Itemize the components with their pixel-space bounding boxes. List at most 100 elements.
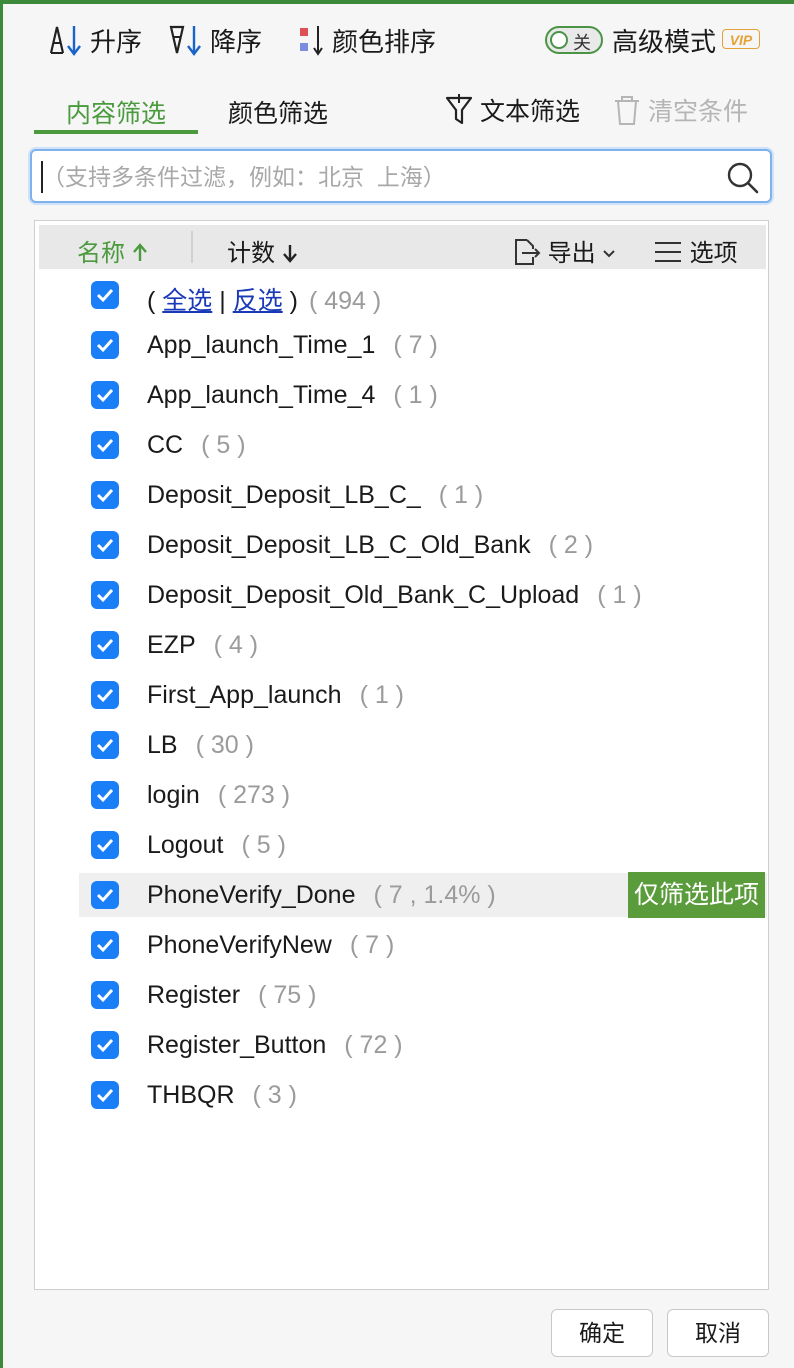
tab-color-filter[interactable]: 颜色筛选 [228, 94, 328, 130]
item-label: Register ( 75 ) [147, 981, 316, 1010]
toggle-knob [550, 31, 568, 49]
checkmark-icon [96, 588, 114, 603]
item-checkbox[interactable] [91, 531, 119, 559]
sort-by-name-header[interactable]: 名称 [77, 233, 148, 268]
item-count: ( 7 , 1.4% ) [373, 881, 496, 909]
item-count: ( 1 ) [597, 581, 642, 609]
list-item[interactable]: CC ( 5 ) [79, 423, 767, 467]
cancel-button[interactable]: 取消 [667, 1309, 769, 1357]
text-filter-icon [445, 94, 473, 125]
item-count: ( 72 ) [344, 1031, 403, 1059]
clear-conditions-button[interactable]: 清空条件 [612, 90, 748, 130]
paren-open: ( [147, 287, 156, 315]
export-button[interactable]: 导出 [511, 233, 616, 268]
search-icon[interactable] [726, 161, 760, 195]
checkmark-icon [96, 538, 114, 553]
item-label: THBQR ( 3 ) [147, 1081, 297, 1110]
sort-ascending-button[interactable]: 升序 [48, 20, 142, 60]
item-name: App_launch_Time_4 [147, 381, 376, 409]
select-all-text: ( 全选 | 反选 ) ( 494 ) [147, 281, 381, 317]
item-checkbox[interactable] [91, 731, 119, 759]
list-item[interactable]: App_launch_Time_1 ( 7 ) [79, 323, 767, 367]
item-name: LB [147, 731, 178, 759]
list-item[interactable]: PhoneVerify_Done ( 7 , 1.4% ) 仅筛选此项 [79, 872, 767, 918]
search-input[interactable] [40, 155, 714, 199]
item-count: ( 2 ) [548, 531, 594, 559]
checkmark-icon [96, 288, 114, 303]
list-item[interactable]: LB ( 30 ) [79, 723, 767, 767]
list-item[interactable]: Deposit_Deposit_LB_C_Old_Bank ( 2 ) [79, 523, 767, 567]
list-item[interactable]: Register_Button ( 72 ) [79, 1023, 767, 1067]
paren-close: ) [289, 287, 298, 315]
item-count: ( 5 ) [201, 431, 246, 459]
advanced-mode-toggle[interactable]: 关 [545, 26, 603, 54]
list-item[interactable]: App_launch_Time_4 ( 1 ) [79, 373, 767, 417]
item-name: login [147, 781, 200, 809]
trash-icon [615, 96, 639, 125]
sort-descending-button[interactable]: 降序 [168, 20, 262, 60]
sort-descending-label: 降序 [210, 26, 263, 57]
item-count: ( 3 ) [252, 1081, 297, 1109]
link-separator: | [219, 287, 226, 315]
checkmark-icon [96, 438, 114, 453]
sort-ascending-label: 升序 [90, 26, 143, 57]
select-all-checkbox[interactable] [91, 281, 119, 309]
name-header-label: 名称 [77, 240, 125, 267]
item-checkbox[interactable] [91, 431, 119, 459]
sort-descending-icon [169, 25, 201, 56]
list-item[interactable]: THBQR ( 3 ) [79, 1073, 767, 1117]
item-checkbox[interactable] [91, 881, 119, 909]
item-label: PhoneVerify_Done ( 7 , 1.4% ) [147, 881, 496, 910]
chevron-down-icon [603, 250, 616, 258]
item-name: First_App_launch [147, 681, 342, 709]
sort-by-count-header[interactable]: 计数 [227, 233, 298, 268]
item-checkbox[interactable] [91, 1031, 119, 1059]
clear-conditions-label: 清空条件 [648, 98, 749, 126]
item-checkbox[interactable] [91, 581, 119, 609]
item-name: PhoneVerifyNew [147, 931, 332, 959]
item-count: ( 1 ) [359, 681, 405, 709]
options-button[interactable]: 选项 [653, 233, 738, 268]
ok-button[interactable]: 确定 [551, 1309, 653, 1357]
checkmark-icon [96, 1038, 114, 1053]
item-checkbox[interactable] [91, 481, 119, 509]
list-item[interactable]: PhoneVerifyNew ( 7 ) [79, 923, 767, 967]
tab-content-filter[interactable]: 内容筛选 [66, 94, 166, 130]
text-caret [41, 161, 43, 193]
item-checkbox[interactable] [91, 381, 119, 409]
item-label: CC ( 5 ) [147, 431, 246, 460]
list-header: 名称 计数 导出 选项 [39, 225, 766, 269]
arrow-down-icon [282, 245, 297, 263]
active-tab-indicator [34, 130, 198, 134]
list-item[interactable]: Register ( 75 ) [79, 973, 767, 1017]
filter-only-this-button[interactable]: 仅筛选此项 [627, 872, 765, 918]
item-checkbox[interactable] [91, 781, 119, 809]
item-label: PhoneVerifyNew ( 7 ) [147, 931, 394, 960]
item-checkbox[interactable] [91, 631, 119, 659]
advanced-mode-label: 高级模式 [612, 20, 716, 60]
total-count: ( 494 ) [308, 287, 382, 315]
item-count: ( 4 ) [213, 631, 259, 659]
list-item[interactable]: First_App_launch ( 1 ) [79, 673, 767, 717]
item-checkbox[interactable] [91, 981, 119, 1009]
list-item[interactable]: Deposit_Deposit_Old_Bank_C_Upload ( 1 ) [79, 573, 767, 617]
item-checkbox[interactable] [91, 681, 119, 709]
item-checkbox[interactable] [91, 831, 119, 859]
item-checkbox[interactable] [91, 1081, 119, 1109]
list-item[interactable]: login ( 273 ) [79, 773, 767, 817]
item-checkbox[interactable] [91, 331, 119, 359]
item-name: PhoneVerify_Done [147, 881, 356, 909]
list-item[interactable]: Logout ( 5 ) [79, 823, 767, 867]
list-item[interactable]: Deposit_Deposit_LB_C_ ( 1 ) [79, 473, 767, 517]
item-label: App_launch_Time_4 ( 1 ) [147, 381, 438, 410]
text-filter-button[interactable]: 文本筛选 [444, 90, 580, 130]
color-sort-label: 颜色排序 [332, 26, 437, 57]
checkmark-icon [96, 738, 114, 753]
invert-selection-link[interactable]: 反选 [233, 287, 283, 315]
item-label: Deposit_Deposit_Old_Bank_C_Upload ( 1 ) [147, 581, 642, 610]
list-item[interactable]: EZP ( 4 ) [79, 623, 767, 667]
item-label: App_launch_Time_1 ( 7 ) [147, 331, 438, 360]
select-all-link[interactable]: 全选 [162, 287, 212, 315]
color-sort-button[interactable]: 颜色排序 [296, 20, 436, 60]
item-checkbox[interactable] [91, 931, 119, 959]
